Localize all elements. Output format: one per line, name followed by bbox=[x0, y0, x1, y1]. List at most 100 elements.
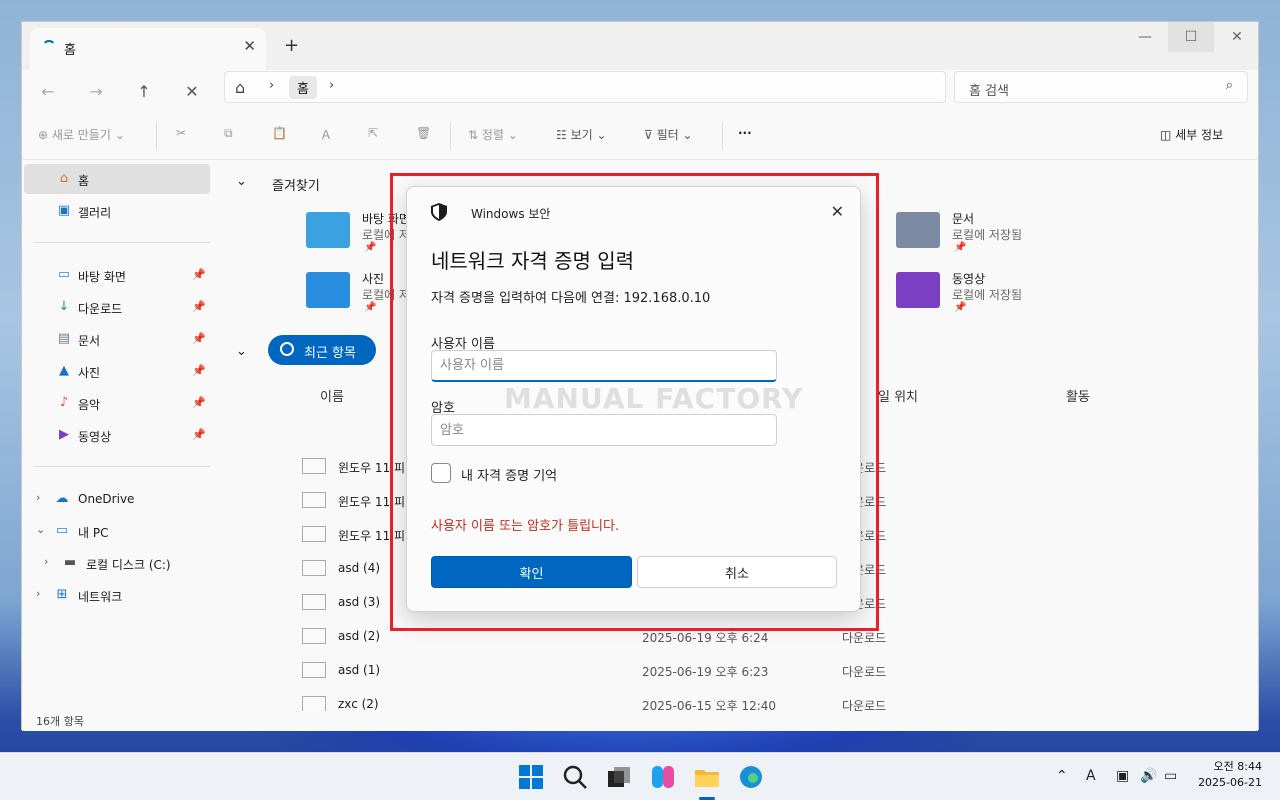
forward-icon[interactable]: → bbox=[82, 78, 110, 106]
tab-bar: 홈 ✕ + — ☐ ✕ bbox=[22, 22, 1258, 70]
pin-icon: 📌 bbox=[364, 242, 377, 253]
close-tab-icon[interactable]: ✕ bbox=[243, 37, 256, 55]
sort-label: 정렬 bbox=[481, 128, 504, 142]
chevron-right-icon[interactable]: › bbox=[329, 78, 334, 93]
command-bar: ⊕ 새로 만들기 ⌄ ✂ ⧉ 📋 Ａ ⇱ 🗑 ⇅ 정렬 ⌄ ☷ 보기 ⌄ ⊽ 필… bbox=[22, 114, 1258, 160]
up-icon[interactable]: ↑ bbox=[130, 78, 158, 106]
tab-home[interactable]: 홈 ✕ bbox=[30, 28, 266, 70]
pin-icon[interactable]: 📌 bbox=[192, 332, 206, 345]
details-button[interactable]: ◫ 세부 정보 bbox=[1160, 126, 1223, 143]
sidebar-item-onedrive[interactable]: › ☁ OneDrive bbox=[24, 484, 210, 514]
search-icon[interactable] bbox=[561, 763, 589, 791]
clock[interactable]: 오전 8:44 2025-06-21 bbox=[1198, 759, 1262, 791]
filter-button[interactable]: ⊽ 필터 ⌄ bbox=[644, 126, 693, 143]
quick-access-item[interactable]: 동영상 로컬에 저장됨 📌 bbox=[896, 266, 1156, 318]
sidebar-item-label: 음악 bbox=[78, 398, 101, 412]
sidebar-item-documents[interactable]: ▤ 문서 📌 bbox=[24, 324, 210, 354]
item-status: 로컬에 저장됨 bbox=[952, 228, 1023, 242]
sidebar-item-home[interactable]: ⌂ 홈 bbox=[24, 164, 210, 194]
item-name: 사진 bbox=[362, 272, 385, 286]
item-name: 문서 bbox=[952, 212, 975, 226]
sidebar-item-downloads[interactable]: ↓ 다운로드 📌 bbox=[24, 292, 210, 322]
copy-icon[interactable]: ⧉ bbox=[224, 126, 233, 141]
favorites-header: 즐겨찾기 bbox=[272, 179, 320, 194]
new-button[interactable]: ⊕ 새로 만들기 ⌄ bbox=[38, 126, 125, 143]
stop-icon[interactable]: ✕ bbox=[178, 78, 206, 106]
input-indicator-icon[interactable]: A bbox=[1086, 768, 1096, 784]
search-icon: ⌕ bbox=[1225, 78, 1233, 93]
collapse-recent-icon[interactable]: ⌄ bbox=[236, 344, 247, 359]
file-explorer-icon[interactable] bbox=[693, 763, 721, 791]
sidebar-item-label: 다운로드 bbox=[78, 302, 123, 316]
pin-icon[interactable]: 📌 bbox=[192, 300, 206, 313]
filter-label: 필터 bbox=[656, 128, 679, 142]
edge-icon[interactable] bbox=[737, 763, 765, 791]
maximize-icon[interactable]: ☐ bbox=[1168, 22, 1214, 52]
chevron-right-icon[interactable]: › bbox=[269, 78, 274, 93]
view-button[interactable]: ☷ 보기 ⌄ bbox=[556, 126, 607, 143]
recent-items-tab[interactable]: 최근 항목 bbox=[268, 335, 376, 365]
start-icon[interactable] bbox=[517, 763, 545, 791]
sidebar-item-gallery[interactable]: ▣ 갤러리 bbox=[24, 196, 210, 226]
sort-button[interactable]: ⇅ 정렬 ⌄ bbox=[468, 126, 518, 143]
pin-icon[interactable]: 📌 bbox=[192, 396, 206, 409]
address-bar[interactable]: ⌂ › 홈 › bbox=[224, 71, 946, 103]
quick-access-item[interactable]: 문서 로컬에 저장됨 📌 bbox=[896, 206, 1156, 258]
home-icon[interactable]: ⌂ bbox=[235, 78, 245, 97]
network-status-icon[interactable]: ▣ bbox=[1116, 768, 1129, 784]
battery-icon[interactable]: ▭ bbox=[1164, 768, 1177, 784]
sidebar-item-pictures[interactable]: ▲ 사진 📌 bbox=[24, 356, 210, 386]
chevron-right-icon[interactable]: › bbox=[36, 587, 40, 600]
collapse-favorites-icon[interactable]: ⌄ bbox=[236, 174, 247, 189]
pin-icon: 📌 bbox=[954, 302, 967, 313]
divider bbox=[156, 122, 157, 150]
cut-icon[interactable]: ✂ bbox=[176, 126, 186, 140]
column-header-location[interactable]: 일 위치 bbox=[878, 386, 918, 405]
taskbar: ⌃ A ▣ 🔊 ▭ 오전 8:44 2025-06-21 bbox=[0, 752, 1280, 800]
table-row[interactable]: asd (1) 2025-06-19 오후 6:23 다운로드 bbox=[302, 654, 1202, 688]
file-location: 다운로드 bbox=[842, 631, 887, 645]
sidebar-item-this-pc[interactable]: ⌄ ▭ 내 PC bbox=[24, 516, 210, 546]
divider bbox=[34, 242, 210, 243]
document-icon: ▤ bbox=[57, 331, 71, 346]
paste-icon[interactable]: 📋 bbox=[272, 126, 287, 140]
file-name: asd (4) bbox=[338, 561, 381, 575]
file-thumbnail bbox=[302, 696, 326, 712]
breadcrumb[interactable]: 홈 bbox=[289, 76, 317, 99]
search-input[interactable]: 홈 검색 ⌕ bbox=[954, 71, 1248, 103]
minimize-icon[interactable]: — bbox=[1122, 22, 1168, 52]
task-view-icon[interactable] bbox=[605, 763, 633, 791]
close-window-icon[interactable]: ✕ bbox=[1214, 22, 1260, 52]
share-icon[interactable]: ⇱ bbox=[368, 126, 378, 140]
pictures-icon: ▲ bbox=[59, 363, 69, 378]
file-location: 다운로드 bbox=[842, 665, 887, 679]
volume-icon[interactable]: 🔊 bbox=[1140, 768, 1157, 784]
pin-icon[interactable]: 📌 bbox=[192, 364, 206, 377]
sidebar-item-music[interactable]: ♪ 음악 📌 bbox=[24, 388, 210, 418]
sidebar-item-label: 홈 bbox=[78, 174, 90, 188]
item-count: 16개 항목 bbox=[36, 715, 84, 728]
copilot-icon[interactable] bbox=[649, 763, 677, 791]
pictures-folder-icon bbox=[306, 272, 350, 308]
pin-icon[interactable]: 📌 bbox=[192, 428, 206, 441]
pc-icon: ▭ bbox=[55, 523, 69, 538]
rename-icon[interactable]: Ａ bbox=[320, 126, 332, 143]
column-header-activity[interactable]: 활동 bbox=[1066, 386, 1090, 405]
back-icon[interactable]: ← bbox=[34, 78, 62, 106]
more-button[interactable]: ··· bbox=[738, 126, 752, 140]
delete-icon[interactable]: 🗑 bbox=[416, 126, 431, 140]
column-header-name[interactable]: 이름 bbox=[320, 386, 344, 405]
file-name: zxc (2) bbox=[338, 697, 379, 711]
tab-label: 홈 bbox=[64, 43, 76, 58]
sidebar-item-local-disk[interactable]: › ▬ 로컬 디스크 (C:) bbox=[24, 548, 210, 578]
sidebar-item-desktop[interactable]: ▭ 바탕 화면 📌 bbox=[24, 260, 210, 290]
pin-icon[interactable]: 📌 bbox=[192, 268, 206, 281]
sidebar-item-videos[interactable]: ▶ 동영상 📌 bbox=[24, 420, 210, 450]
chevron-down-icon[interactable]: ⌄ bbox=[36, 523, 45, 536]
video-icon: ▶ bbox=[59, 427, 69, 442]
chevron-up-icon[interactable]: ⌃ bbox=[1056, 768, 1068, 784]
sidebar-item-network[interactable]: › ⊞ 네트워크 bbox=[24, 580, 210, 610]
chevron-right-icon[interactable]: › bbox=[36, 491, 40, 504]
new-tab-icon[interactable]: + bbox=[284, 35, 299, 56]
chevron-right-icon[interactable]: › bbox=[44, 555, 48, 568]
